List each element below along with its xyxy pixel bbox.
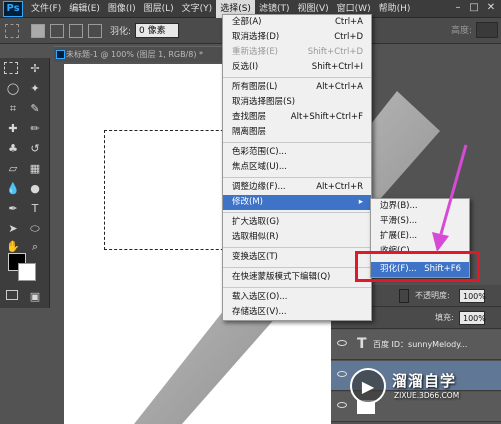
watermark-play-logo-icon: ▶ [350,368,386,404]
pointer-arrow-icon [432,144,468,252]
watermark-subtitle: ZIXUE.3D66.COM [394,391,460,400]
watermark-title: 溜溜自学 [392,372,457,390]
